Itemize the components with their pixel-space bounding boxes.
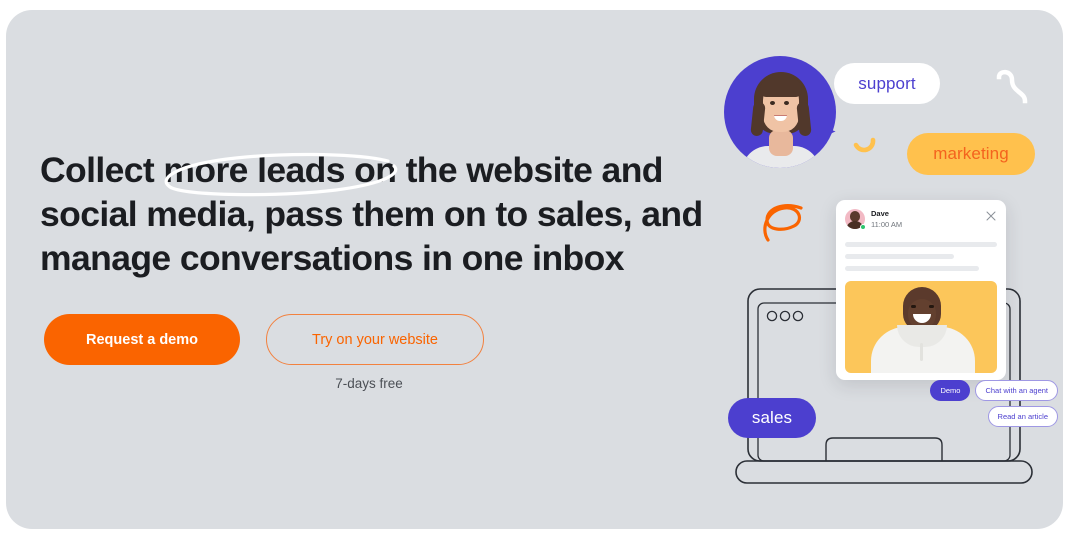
tag-support[interactable]: support: [834, 63, 940, 104]
quick-reply-group: Demo Chat with an agent Read an article: [858, 380, 1058, 432]
headline-line-1: Collect more leads on the website and: [40, 150, 663, 190]
quick-reply-chat-with-agent[interactable]: Chat with an agent: [975, 380, 1058, 401]
chat-timestamp: 11:00 AM: [871, 220, 903, 229]
chat-widget-card: Dave 11:00 AM: [836, 200, 1006, 380]
quick-reply-row: Demo Chat with an agent: [858, 380, 1058, 401]
headline-line-3: manage conversations in one inbox: [40, 238, 624, 278]
tag-marketing[interactable]: marketing: [907, 133, 1035, 175]
try-on-website-button[interactable]: Try on your website: [266, 314, 484, 365]
chat-sender-name: Dave: [871, 209, 889, 218]
hero-card: Collect more leads on the website and so…: [6, 10, 1063, 529]
request-demo-button[interactable]: Request a demo: [44, 314, 240, 365]
chat-header: Dave 11:00 AM: [845, 209, 997, 230]
message-skeleton-line: [845, 254, 955, 259]
online-status-dot: [860, 224, 866, 230]
squiggle-s-icon: [996, 69, 1028, 104]
hero-illustration: support marketing sales Dave 11:00 AM De…: [706, 10, 1063, 529]
chat-meta: Dave 11:00 AM: [871, 209, 902, 230]
hero-copy: Collect more leads on the website and so…: [40, 148, 703, 280]
agent-avatar: [724, 56, 836, 168]
quick-reply-demo[interactable]: Demo: [930, 380, 971, 401]
message-skeleton-line: [845, 242, 997, 247]
headline-line-2: social media, pass them on to sales, and: [40, 194, 703, 234]
quick-reply-row: Read an article: [858, 406, 1058, 427]
message-skeleton-line: [845, 266, 979, 271]
quick-reply-read-article[interactable]: Read an article: [987, 406, 1058, 427]
page-title: Collect more leads on the website and so…: [40, 148, 703, 280]
cta-row: Request a demo Try on your website: [44, 314, 484, 365]
close-icon[interactable]: [986, 211, 996, 221]
crescent-arc-icon: [853, 137, 876, 153]
avatar-circle: [724, 56, 836, 168]
loop-swirl-icon: [763, 204, 803, 242]
avatar-face-illustration: [742, 72, 820, 168]
chat-photo-attachment: [845, 281, 997, 373]
tag-sales[interactable]: sales: [728, 398, 816, 438]
free-trial-note: 7-days free: [335, 376, 403, 391]
